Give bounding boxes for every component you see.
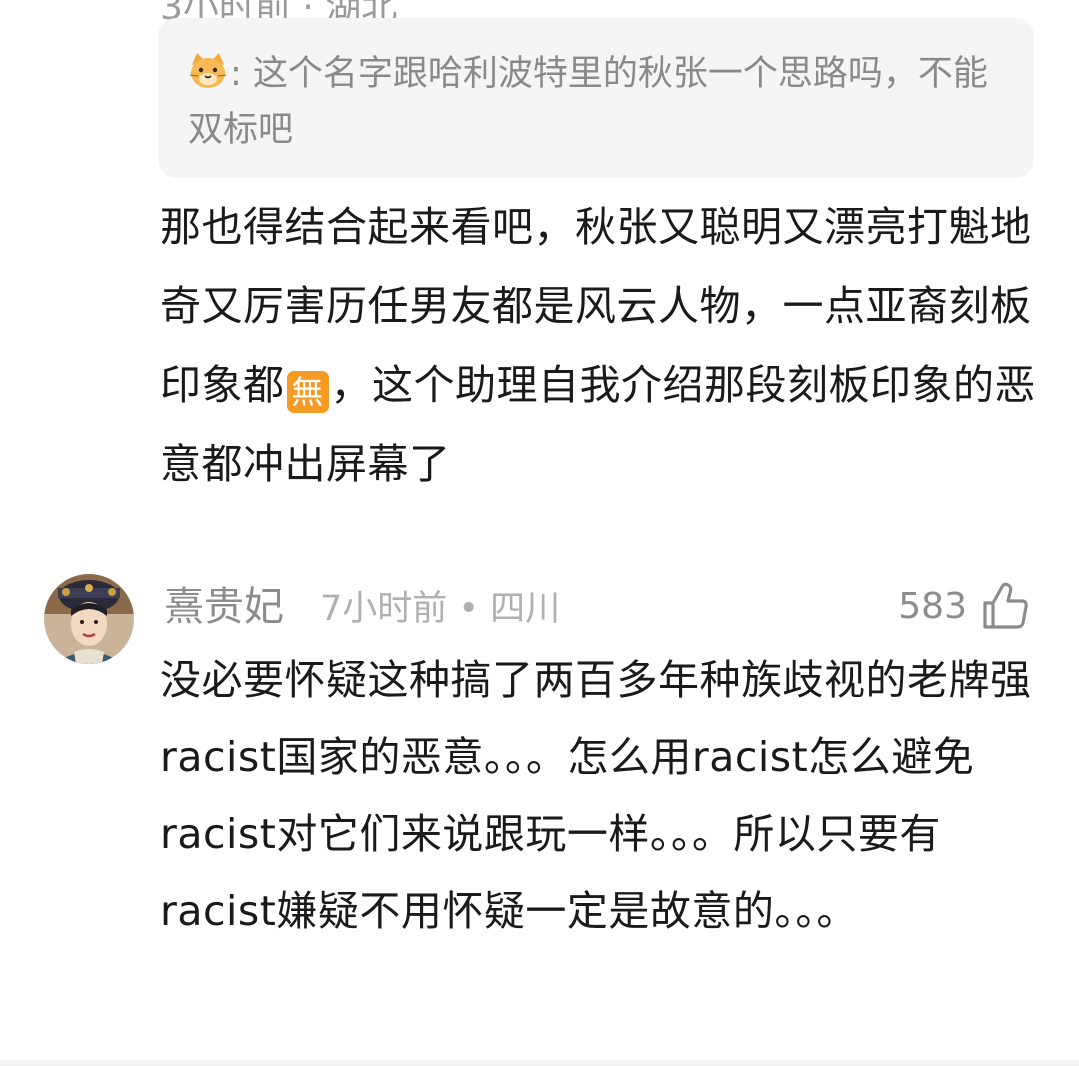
- like-count: 583: [898, 585, 967, 627]
- like-button[interactable]: 583: [898, 578, 1029, 634]
- comment-text: 没必要怀疑这种搞了两百多年种族歧视的老牌强racist国家的恶意。。。怎么用ra…: [160, 656, 1032, 935]
- cat-emoji-icon: [189, 53, 227, 88]
- wu-badge-emoji: 無: [286, 371, 329, 413]
- reply-text: 那也得结合起来看吧，秋张又聪明又漂亮打魁地奇又厉害历任男友都是风云人物，一点亚裔…: [160, 188, 1040, 504]
- quote-text: : 这个名字跟哈利波特里的秋张一个思路吗，不能双标吧: [188, 54, 988, 150]
- comment-item: 熹贵妃 7小时前 • 四川 583 没必要怀疑这种搞了两百多年种族歧视的老牌强r…: [0, 570, 1079, 1040]
- avatar[interactable]: [44, 574, 134, 664]
- thumbs-up-icon: [983, 582, 1028, 629]
- divider: [0, 1060, 1079, 1066]
- author-name[interactable]: 熹贵妃: [164, 582, 284, 632]
- comment-meta: 7小时前 • 四川: [320, 589, 561, 629]
- quoted-reply[interactable]: : 这个名字跟哈利波特里的秋张一个思路吗，不能双标吧: [158, 18, 1034, 178]
- avatar-image: [44, 574, 134, 664]
